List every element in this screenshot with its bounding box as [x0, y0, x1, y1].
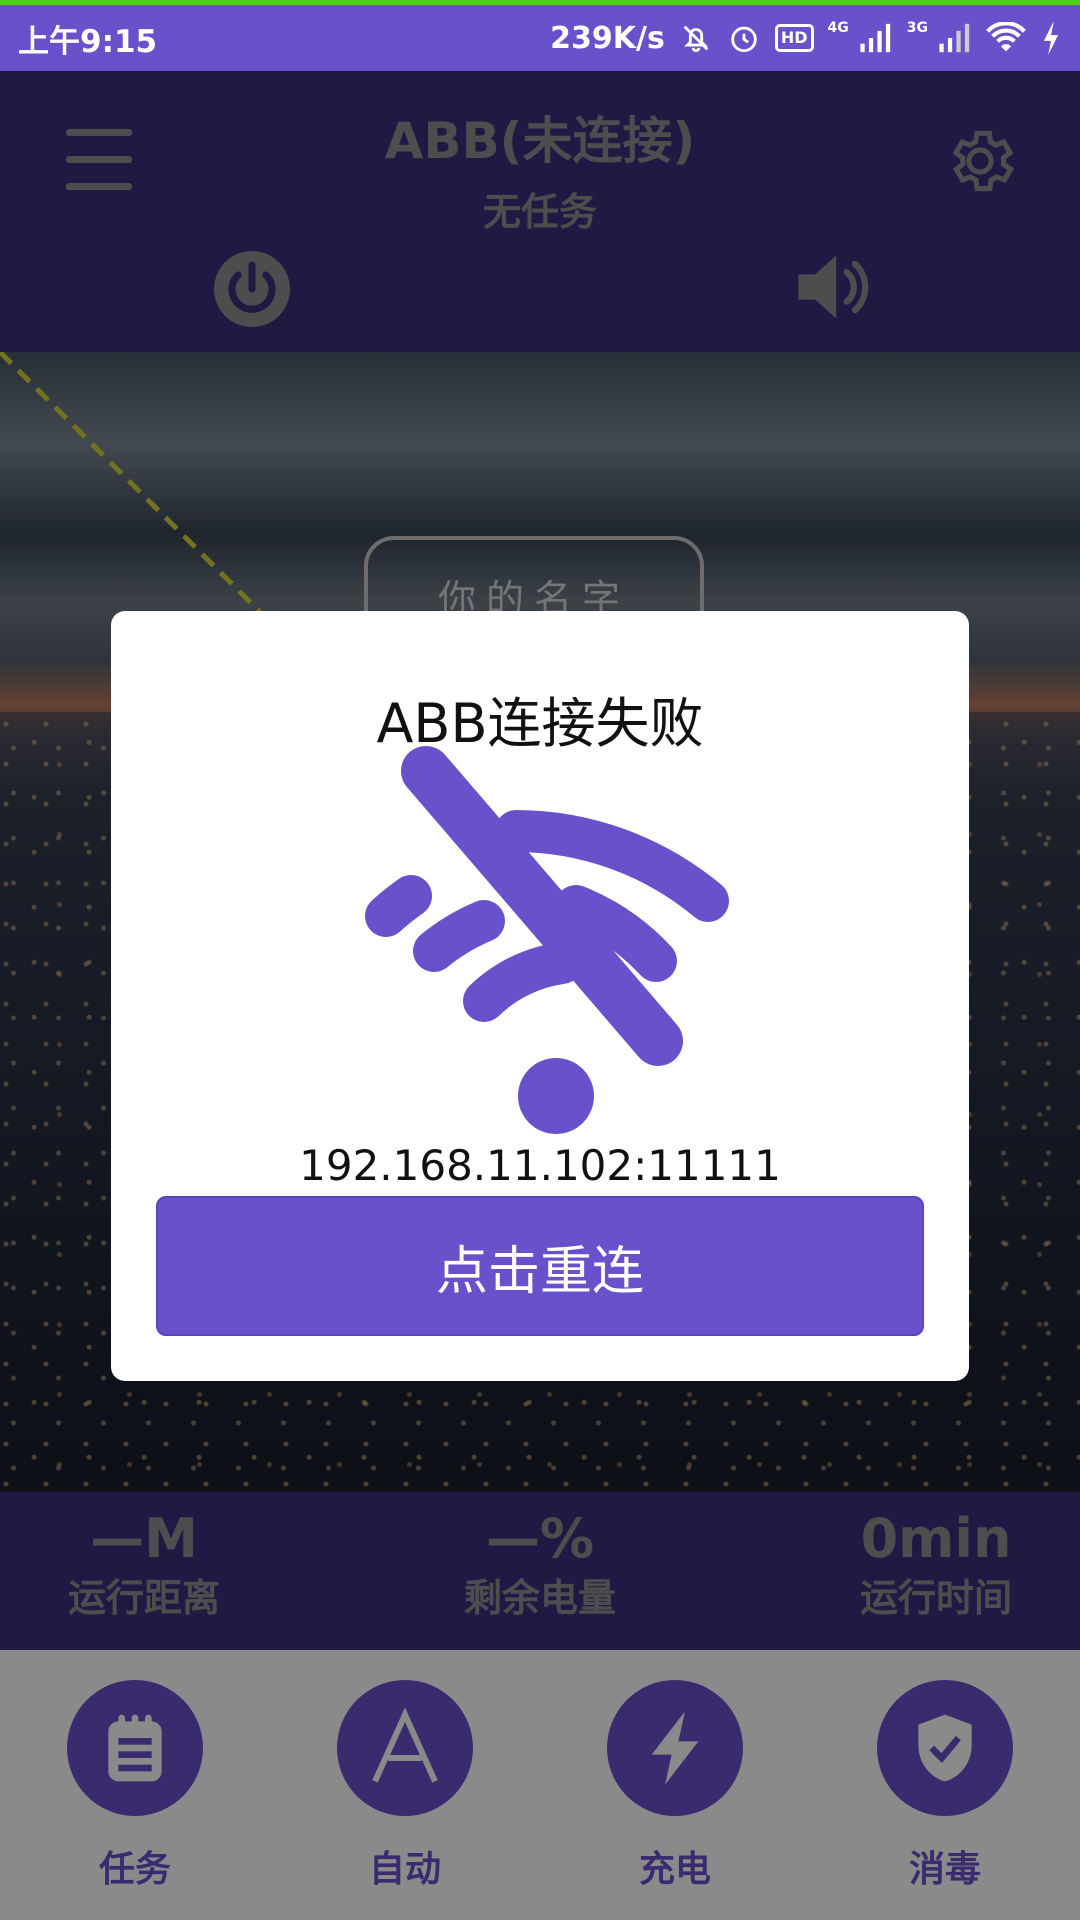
wifi-icon: [986, 22, 1026, 54]
charging-icon: [1040, 21, 1062, 55]
reconnect-button[interactable]: 点击重连: [156, 1196, 924, 1336]
alarm-icon: [727, 21, 761, 55]
net-label-4g: 4G: [827, 20, 849, 36]
mute-bell-icon: [679, 21, 713, 55]
status-time: 上午9:15: [18, 23, 158, 60]
wifi-off-icon: [365, 746, 729, 1134]
signal-4g-icon: [859, 23, 893, 53]
net-label-3g: 3G: [906, 20, 928, 36]
hd-icon: HD: [774, 24, 814, 52]
server-address: 192.168.11.102:11111: [299, 1141, 781, 1190]
connection-failed-dialog: ABB连接失败 192.168.11.102:11111 点击重连: [111, 611, 969, 1381]
status-icons: 239K/s HD 4G 3G: [550, 21, 1062, 56]
signal-3g-icon: [938, 23, 972, 53]
network-speed: 239K/s: [550, 20, 665, 56]
status-bar: 上午9:15 239K/s HD 4G 3G: [0, 5, 1080, 71]
